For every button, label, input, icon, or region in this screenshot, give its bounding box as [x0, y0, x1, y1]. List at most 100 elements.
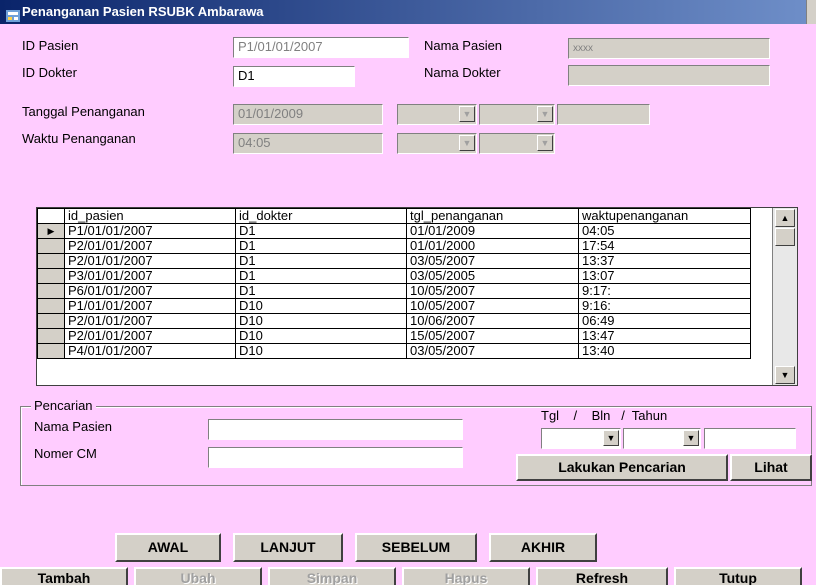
cell-id-pasien[interactable]: P2/01/01/2007 [64, 313, 236, 329]
cell-waktupenanganan[interactable]: 9:17: [578, 283, 751, 299]
table-row[interactable]: P2/01/01/2007 D1 01/01/2000 17:54 [37, 238, 751, 254]
cell-waktupenanganan[interactable]: 04:05 [578, 223, 751, 239]
table-row[interactable]: P3/01/01/2007 D1 03/05/2005 13:07 [37, 268, 751, 284]
tanggal-month-select[interactable]: ▼ [479, 104, 555, 125]
cell-tgl-penanganan[interactable]: 10/06/2007 [406, 313, 579, 329]
row-selector[interactable] [37, 268, 65, 284]
cell-id-pasien[interactable]: P1/01/01/2007 [64, 298, 236, 314]
id-dokter-field[interactable]: D1 [233, 66, 355, 87]
table-row[interactable]: P1/01/01/2007 D10 10/05/2007 9:16: [37, 298, 751, 314]
cell-waktupenanganan[interactable]: 9:16: [578, 298, 751, 314]
cell-tgl-penanganan[interactable]: 01/01/2000 [406, 238, 579, 254]
chevron-down-icon[interactable]: ▼ [603, 430, 619, 446]
search-date-header: Tgl / Bln / Tahun [541, 408, 668, 423]
ubah-button[interactable]: Ubah [134, 567, 262, 585]
lanjut-button[interactable]: LANJUT [233, 533, 343, 562]
title-bar-corner [806, 0, 816, 24]
waktu-field[interactable]: 04:05 [233, 133, 383, 154]
cell-tgl-penanganan[interactable]: 10/05/2007 [406, 283, 579, 299]
lihat-button[interactable]: Lihat [730, 454, 812, 481]
search-day-select[interactable]: ▼ [541, 428, 621, 449]
search-nama-pasien-label: Nama Pasien [34, 419, 113, 434]
refresh-button[interactable]: Refresh [536, 567, 668, 585]
akhir-button[interactable]: AKHIR [489, 533, 597, 562]
row-selector[interactable] [37, 283, 65, 299]
scroll-thumb[interactable] [775, 228, 795, 246]
hapus-button[interactable]: Hapus [402, 567, 530, 585]
tutup-button[interactable]: Tutup [674, 567, 802, 585]
cell-tgl-penanganan[interactable]: 03/05/2007 [406, 253, 579, 269]
table-row[interactable]: P6/01/01/2007 D1 10/05/2007 9:17: [37, 283, 751, 299]
column-header-id-dokter[interactable]: id_dokter [235, 208, 407, 224]
cell-tgl-penanganan[interactable]: 10/05/2007 [406, 298, 579, 314]
cell-id-pasien[interactable]: P4/01/01/2007 [64, 343, 236, 359]
search-nomer-cm-input[interactable] [208, 447, 463, 468]
table-row[interactable]: ▶ P1/01/01/2007 D1 01/01/2009 04:05 [37, 223, 751, 239]
cell-waktupenanganan[interactable]: 17:54 [578, 238, 751, 254]
lakukan-pencarian-button[interactable]: Lakukan Pencarian [516, 454, 728, 481]
sebelum-button[interactable]: SEBELUM [355, 533, 477, 562]
cell-waktupenanganan[interactable]: 13:07 [578, 268, 751, 284]
cell-tgl-penanganan[interactable]: 01/01/2009 [406, 223, 579, 239]
cell-waktupenanganan[interactable]: 13:37 [578, 253, 751, 269]
cell-tgl-penanganan[interactable]: 03/05/2007 [406, 343, 579, 359]
waktu-minute-select[interactable]: ▼ [479, 133, 555, 154]
row-selector[interactable] [37, 298, 65, 314]
cell-id-dokter[interactable]: D1 [235, 268, 407, 284]
tanggal-day-select[interactable]: ▼ [397, 104, 477, 125]
row-selector[interactable] [37, 313, 65, 329]
cell-id-dokter[interactable]: D10 [235, 343, 407, 359]
row-selector[interactable] [37, 238, 65, 254]
cell-id-dokter[interactable]: D1 [235, 253, 407, 269]
column-header-id-pasien[interactable]: id_pasien [64, 208, 236, 224]
row-selector[interactable] [37, 343, 65, 359]
waktu-hour-select[interactable]: ▼ [397, 133, 477, 154]
cell-id-dokter[interactable]: D1 [235, 238, 407, 254]
table-row[interactable]: P2/01/01/2007 D1 03/05/2007 13:37 [37, 253, 751, 269]
row-selector[interactable] [37, 253, 65, 269]
table-row[interactable]: P2/01/01/2007 D10 10/06/2007 06:49 [37, 313, 751, 329]
scroll-down-icon[interactable]: ▼ [775, 366, 795, 384]
scroll-up-icon[interactable]: ▲ [775, 209, 795, 227]
search-month-select[interactable]: ▼ [623, 428, 701, 449]
cell-waktupenanganan[interactable]: 13:40 [578, 343, 751, 359]
column-header-waktupenanganan[interactable]: waktupenanganan [578, 208, 751, 224]
id-pasien-field[interactable]: P1/01/01/2007 [233, 37, 409, 58]
simpan-button[interactable]: Simpan [268, 567, 396, 585]
cell-id-pasien[interactable]: P2/01/01/2007 [64, 253, 236, 269]
cell-waktupenanganan[interactable]: 06:49 [578, 313, 751, 329]
tanggal-year-field[interactable] [557, 104, 650, 125]
penanganan-grid[interactable]: id_pasien id_dokter tgl_penanganan waktu… [36, 207, 798, 386]
search-nama-pasien-input[interactable] [208, 419, 463, 440]
tambah-button[interactable]: Tambah [0, 567, 128, 585]
cell-id-pasien[interactable]: P1/01/01/2007 [64, 223, 236, 239]
awal-button[interactable]: AWAL [115, 533, 221, 562]
cell-id-pasien[interactable]: P2/01/01/2007 [64, 328, 236, 344]
cell-tgl-penanganan[interactable]: 03/05/2005 [406, 268, 579, 284]
cell-id-pasien[interactable]: P6/01/01/2007 [64, 283, 236, 299]
cell-waktupenanganan[interactable]: 13:47 [578, 328, 751, 344]
cell-id-dokter[interactable]: D1 [235, 223, 407, 239]
search-year-input[interactable] [704, 428, 796, 449]
cell-id-pasien[interactable]: P3/01/01/2007 [64, 268, 236, 284]
cell-id-dokter[interactable]: D10 [235, 328, 407, 344]
table-row[interactable]: P2/01/01/2007 D10 15/05/2007 13:47 [37, 328, 751, 344]
cell-id-dokter[interactable]: D1 [235, 283, 407, 299]
row-selector[interactable] [37, 328, 65, 344]
cell-id-dokter[interactable]: D10 [235, 313, 407, 329]
cell-id-pasien[interactable]: P2/01/01/2007 [64, 238, 236, 254]
nama-pasien-field[interactable]: xxxx [568, 38, 770, 59]
grid-vertical-scrollbar[interactable]: ▲ ▼ [772, 208, 797, 385]
chevron-down-icon: ▼ [459, 135, 475, 151]
current-row-indicator-icon[interactable]: ▶ [37, 223, 65, 239]
cell-id-dokter[interactable]: D10 [235, 298, 407, 314]
column-header-tgl-penanganan[interactable]: tgl_penanganan [406, 208, 579, 224]
cell-tgl-penanganan[interactable]: 15/05/2007 [406, 328, 579, 344]
grid-table: id_pasien id_dokter tgl_penanganan waktu… [37, 208, 751, 359]
nama-dokter-field[interactable] [568, 65, 770, 86]
tanggal-field[interactable]: 01/01/2009 [233, 104, 383, 125]
id-dokter-label: ID Dokter [22, 65, 77, 80]
table-row[interactable]: P4/01/01/2007 D10 03/05/2007 13:40 [37, 343, 751, 359]
chevron-down-icon[interactable]: ▼ [683, 430, 699, 446]
chevron-down-icon: ▼ [537, 135, 553, 151]
